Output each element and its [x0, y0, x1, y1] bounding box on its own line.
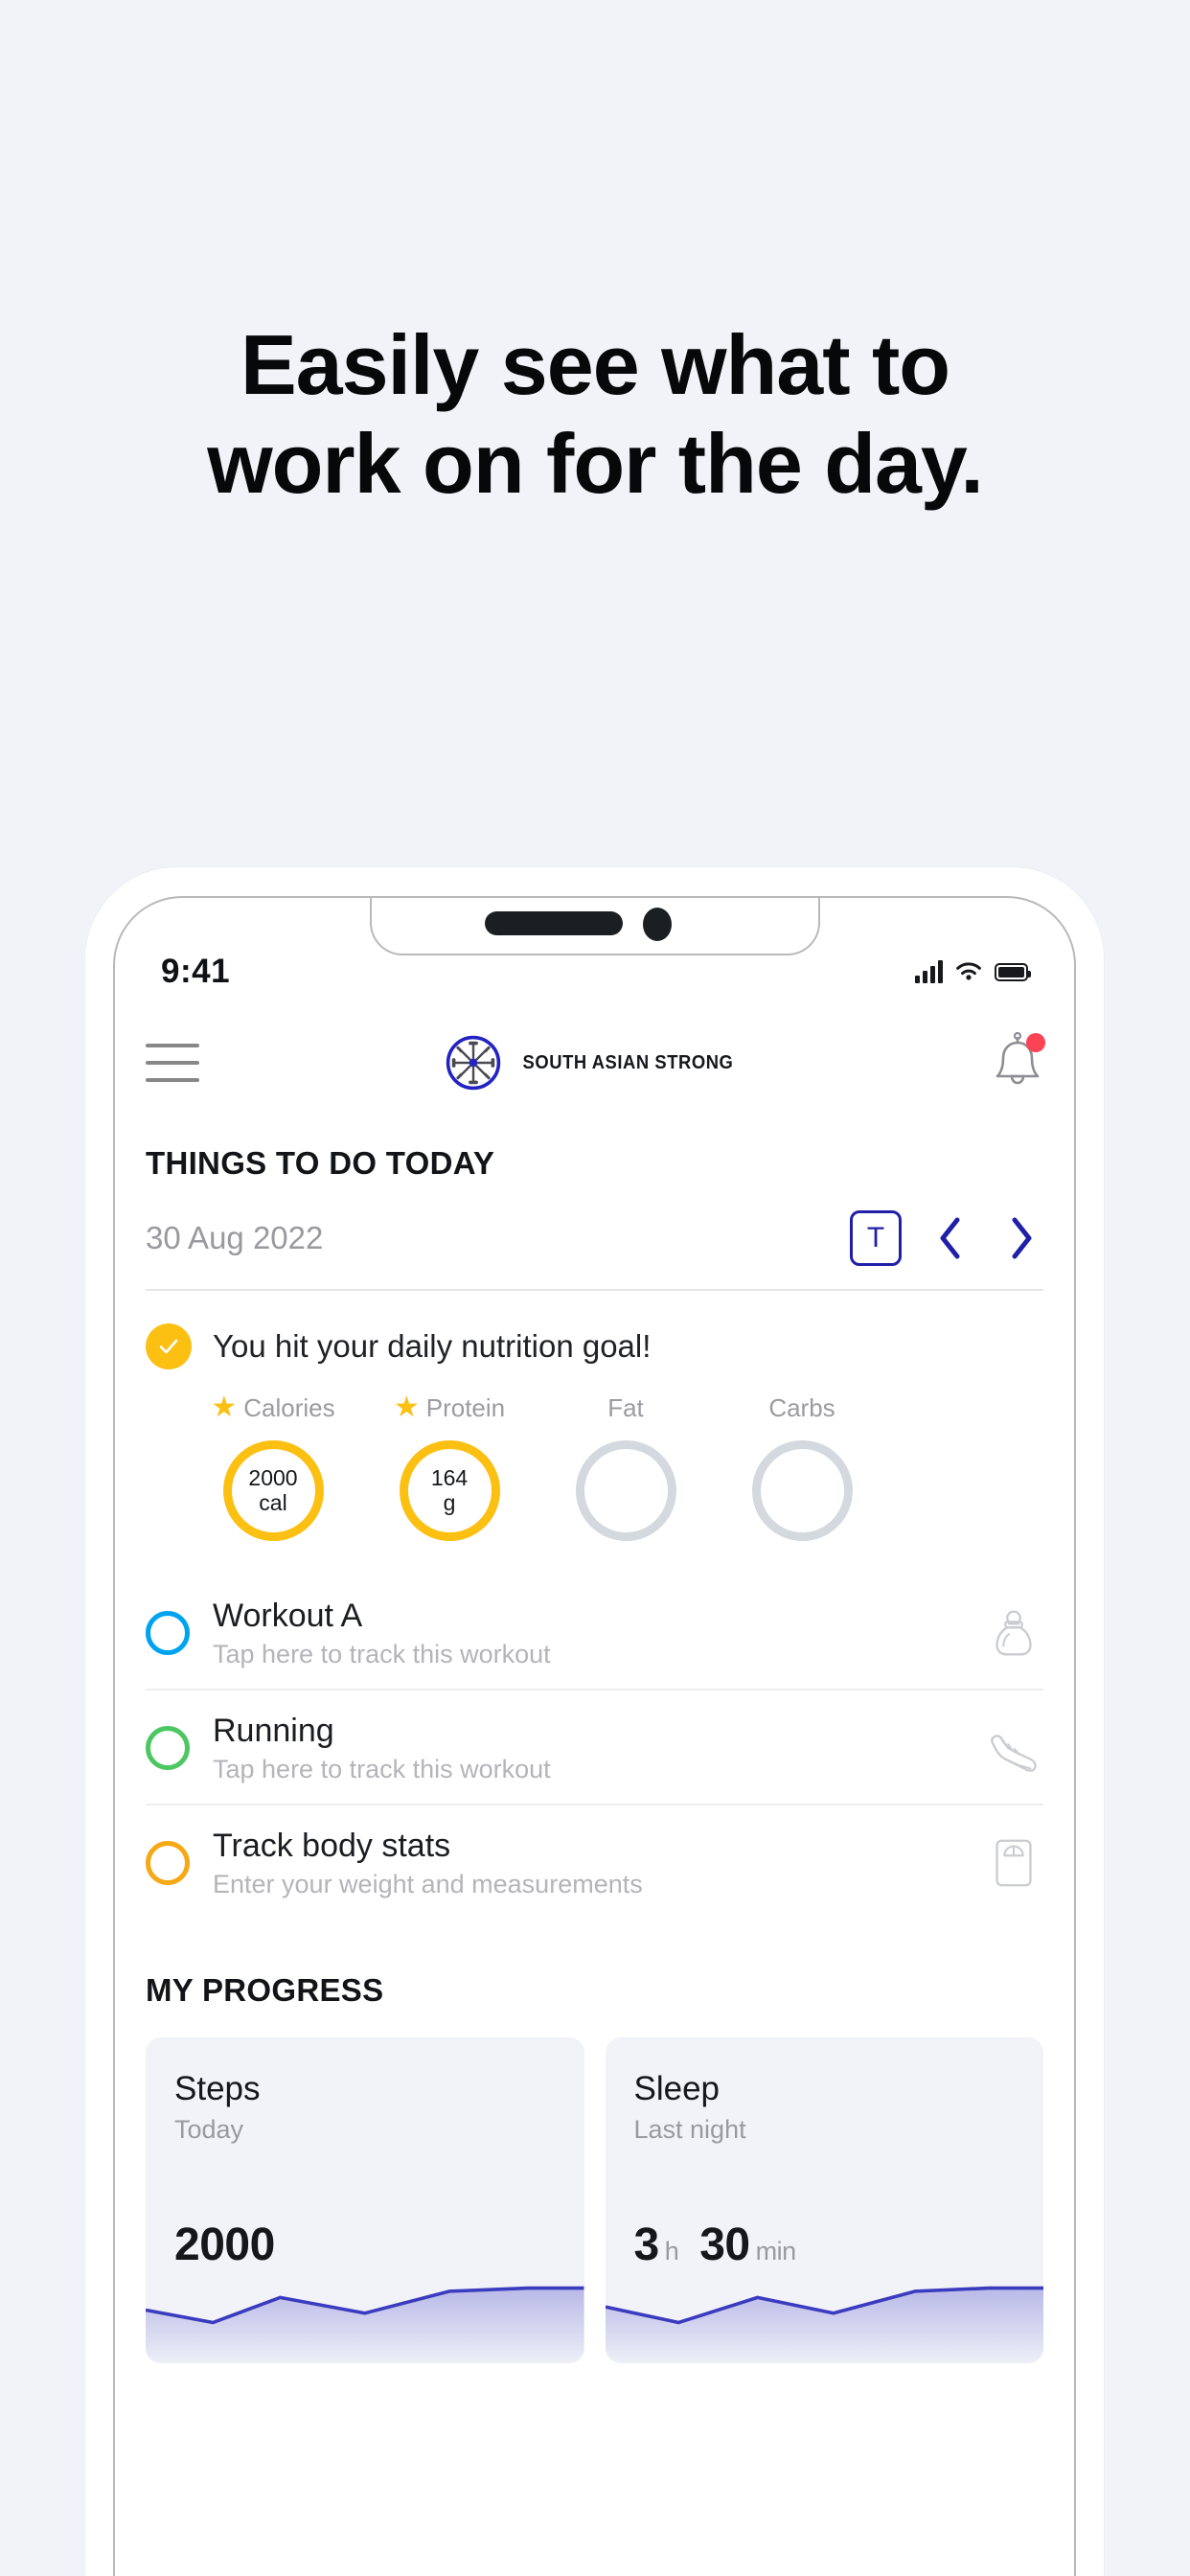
card-unit-hours: h [664, 2237, 679, 2266]
macro-fat[interactable]: Fat [550, 1391, 701, 1541]
cellular-signal-icon [915, 960, 943, 983]
progress-card-sleep[interactable]: Sleep Last night 3 h 30 min [605, 2037, 1043, 2364]
card-value-hours: 3 [633, 2220, 660, 2271]
macro-ring [751, 1440, 853, 1541]
brand-logo: SOUTH ASIAN STRONG [445, 1034, 743, 1092]
macro-ring [575, 1440, 676, 1541]
my-progress-title: MY PROGRESS [146, 1972, 384, 2009]
task-text: Running Tap here to track this workout [213, 1712, 961, 1784]
macro-label: Calories [243, 1392, 335, 1422]
macro-label: Fat [607, 1392, 644, 1422]
next-day-button[interactable] [999, 1211, 1043, 1265]
date-navigation-row: 30 Aug 2022 T [146, 1210, 1043, 1291]
sleep-sparkline [605, 2287, 1043, 2364]
things-to-do-title: THINGS TO DO TODAY [146, 1145, 495, 1181]
macro-label-row: Carbs [768, 1391, 835, 1425]
macro-value: 164 [430, 1464, 469, 1490]
chevron-left-icon [940, 1217, 960, 1259]
macro-unit: g [443, 1489, 456, 1515]
brand-name: SOUTH ASIAN STRONG [522, 1051, 734, 1073]
notification-badge [1026, 1033, 1045, 1052]
promo-headline: Easily see what to work on for the day. [0, 316, 1190, 514]
macro-label-row: ★ Protein [394, 1391, 505, 1425]
chevron-right-icon [1012, 1217, 1032, 1259]
check-circle-icon [146, 1323, 192, 1369]
task-title: Workout A [213, 1598, 363, 1634]
macro-protein[interactable]: ★ Protein 164 g [374, 1391, 525, 1541]
macro-carbs[interactable]: Carbs [726, 1391, 878, 1541]
card-title: Sleep [633, 2070, 721, 2108]
task-row-workout-a[interactable]: Workout A Tap here to track this workout [146, 1576, 1043, 1691]
notifications-button[interactable] [988, 1031, 1047, 1094]
weight-scale-icon [995, 1839, 1032, 1887]
nutrition-status-row: You hit your daily nutrition goal! [146, 1323, 1043, 1369]
running-shoe-icon [991, 1735, 1037, 1772]
app-content: THINGS TO DO TODAY 30 Aug 2022 T You hit… [115, 1120, 1074, 2364]
progress-card-steps[interactable]: Steps Today 2000 [146, 2037, 584, 2364]
phone-mockup-frame: 9:41 SOUTH ASIAN STRONG THINGS TO DO TOD… [85, 867, 1104, 2576]
task-text: Track body stats Enter your weight and m… [213, 1827, 961, 1899]
chakra-dumbbell-wheel-logo [446, 1035, 501, 1091]
card-unit-minutes: min [755, 2237, 797, 2266]
phone-notch [369, 898, 820, 955]
macro-label: Protein [425, 1392, 506, 1422]
star-icon: ★ [393, 1392, 420, 1423]
macro-value: 2000 [248, 1464, 298, 1490]
task-row-body-stats[interactable]: Track body stats Enter your weight and m… [146, 1806, 1043, 1919]
card-value-row: 2000 [174, 2219, 281, 2271]
selected-date: 30 Aug 2022 [146, 1220, 324, 1255]
task-subtitle: Tap here to track this workout [213, 1640, 551, 1669]
progress-card-group: Steps Today 2000 Sleep Last night 3 h 30… [146, 2037, 1043, 2364]
card-value-row: 3 h 30 min [633, 2219, 797, 2271]
hamburger-menu-icon[interactable] [146, 1044, 199, 1082]
card-period: Last night [633, 2115, 746, 2145]
task-checkbox[interactable] [146, 1841, 190, 1886]
headline-line-1: Easily see what to [240, 317, 950, 412]
task-subtitle: Enter your weight and measurements [213, 1870, 643, 1899]
prev-day-button[interactable] [928, 1211, 973, 1265]
card-value: 2000 [174, 2220, 275, 2271]
macro-ring-group: ★ Calories 2000 cal ★ Protein 164 g Fat … [146, 1391, 1043, 1541]
macro-label-row: ★ Calories [211, 1391, 334, 1425]
status-time: 9:41 [161, 953, 231, 990]
battery-full-icon [995, 962, 1031, 981]
task-text: Workout A Tap here to track this workout [213, 1597, 961, 1669]
card-period: Today [174, 2115, 244, 2145]
macro-ring: 164 g [399, 1440, 500, 1541]
headline-line-2: work on for the day. [207, 415, 984, 511]
today-button[interactable]: T [850, 1210, 902, 1266]
task-subtitle: Tap here to track this workout [213, 1755, 551, 1784]
macro-calories[interactable]: ★ Calories 2000 cal [197, 1391, 349, 1541]
task-row-running[interactable]: Running Tap here to track this workout [146, 1690, 1043, 1806]
task-list: Workout A Tap here to track this workout… [146, 1576, 1043, 1919]
macro-label-row: Fat [607, 1391, 644, 1425]
macro-unit: cal [259, 1489, 287, 1515]
nutrition-summary[interactable]: You hit your daily nutrition goal! ★ Cal… [146, 1323, 1043, 1541]
task-title: Running [213, 1713, 334, 1750]
task-checkbox[interactable] [146, 1611, 190, 1656]
date-controls: T [850, 1210, 1043, 1266]
status-icon-group [915, 960, 1031, 983]
phone-screen: 9:41 SOUTH ASIAN STRONG THINGS TO DO TOD… [113, 896, 1076, 2576]
earpiece-speaker [484, 911, 623, 935]
steps-sparkline [146, 2287, 584, 2364]
macro-ring: 2000 cal [222, 1440, 324, 1541]
card-title: Steps [174, 2070, 261, 2108]
task-title: Track body stats [213, 1828, 451, 1865]
card-value-minutes: 30 [699, 2220, 750, 2271]
star-icon: ★ [211, 1392, 238, 1423]
task-checkbox[interactable] [146, 1726, 190, 1771]
kettlebell-icon [995, 1610, 1032, 1656]
nutrition-message: You hit your daily nutrition goal! [213, 1328, 652, 1364]
wifi-icon [956, 962, 981, 980]
macro-label: Carbs [768, 1392, 835, 1422]
front-camera [642, 908, 672, 941]
app-header: SOUTH ASIAN STRONG [115, 1017, 1074, 1109]
